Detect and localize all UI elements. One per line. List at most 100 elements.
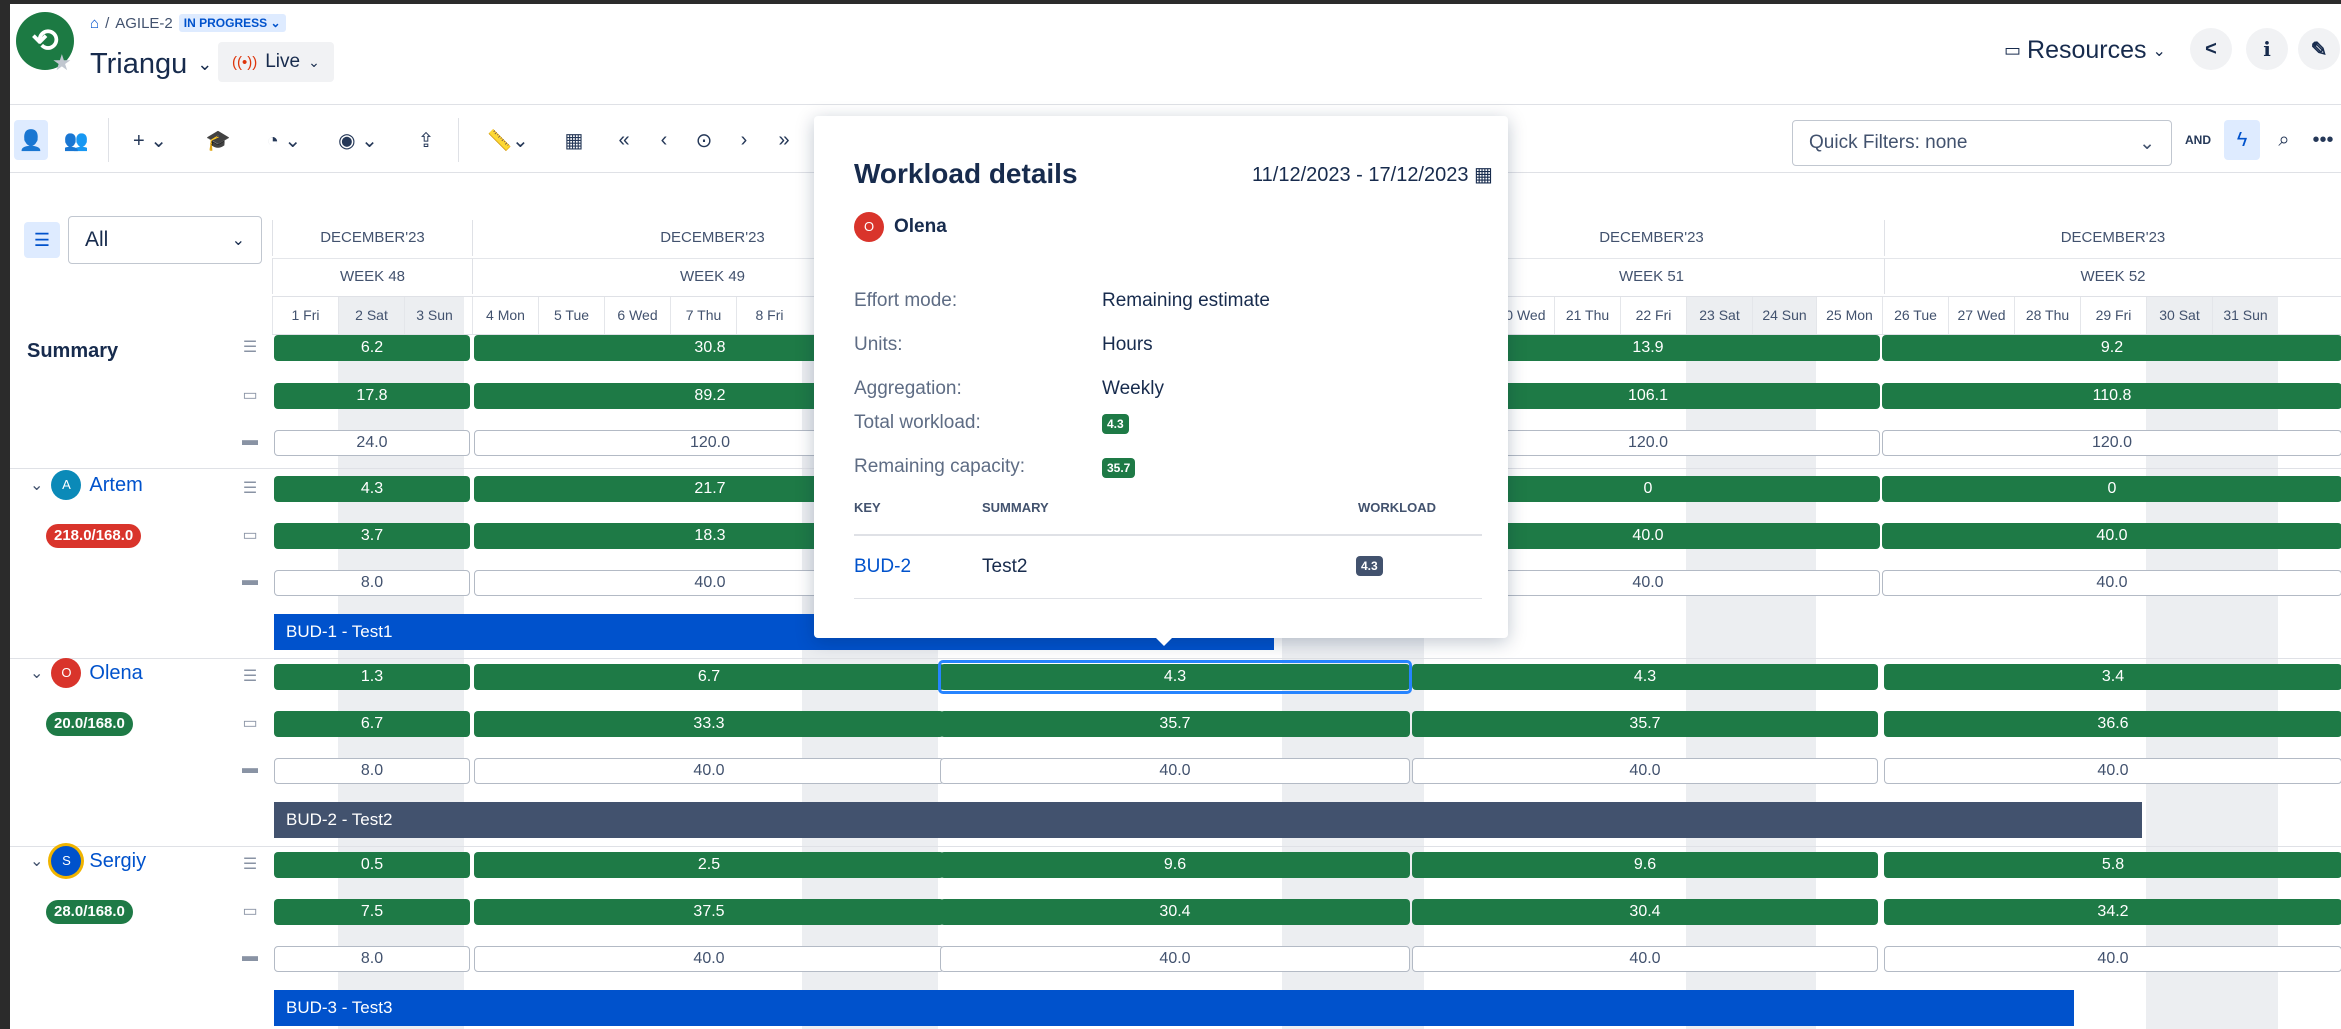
task-bar[interactable]: BUD-2 - Test2 bbox=[274, 802, 2142, 838]
graduation-cap-icon[interactable]: 🎓 bbox=[198, 120, 238, 160]
bar-workload[interactable]: 4.3 bbox=[1412, 664, 1878, 690]
popup-field-value: Hours bbox=[1102, 334, 1153, 355]
single-user-view-icon[interactable]: 👤 bbox=[14, 120, 48, 160]
lightning-icon[interactable]: ϟ bbox=[2224, 120, 2260, 160]
person-olena[interactable]: ⌄ O Olena bbox=[30, 658, 143, 688]
list-filter-icon[interactable]: ☰ bbox=[24, 222, 60, 258]
calendar-icon[interactable]: ▦ bbox=[556, 120, 592, 160]
chevron-down-icon[interactable]: ⌄ bbox=[30, 663, 43, 683]
ruler-icon[interactable]: 📏⌄ bbox=[478, 120, 538, 160]
bar-capacity[interactable]: 40.0 bbox=[940, 946, 1410, 972]
bar-capacity[interactable]: 8.0 bbox=[274, 570, 470, 596]
bar-workload[interactable]: 0 bbox=[1882, 476, 2341, 502]
status-badge[interactable]: IN PROGRESS ⌄ bbox=[178, 14, 286, 32]
dashboard-icon[interactable]: ◔ ⌄ bbox=[256, 120, 312, 160]
bar-remaining[interactable]: 7.5 bbox=[274, 899, 470, 925]
project-selector[interactable]: Triangu ⌄ bbox=[90, 48, 212, 81]
bar-capacity[interactable]: 40.0 bbox=[940, 758, 1410, 784]
bar-summary-capacity[interactable]: 120.0 bbox=[1882, 430, 2341, 456]
person-name[interactable]: Sergiy bbox=[89, 850, 146, 873]
bar-workload[interactable]: 5.8 bbox=[1884, 852, 2341, 878]
issue-workload-badge: 4.3 bbox=[1356, 556, 1383, 576]
jump-forward-icon[interactable]: » bbox=[766, 120, 802, 160]
bar-capacity[interactable]: 40.0 bbox=[1882, 570, 2341, 596]
workload-icon: ☰ bbox=[242, 668, 258, 685]
bar-capacity[interactable]: 40.0 bbox=[474, 946, 944, 972]
task-bar[interactable]: BUD-3 - Test3 bbox=[274, 990, 2074, 1026]
bar-capacity[interactable]: 8.0 bbox=[274, 758, 470, 784]
person-name[interactable]: Artem bbox=[89, 474, 142, 497]
person-sergiy[interactable]: ⌄ S Sergiy bbox=[30, 846, 146, 876]
bar-remaining[interactable]: 3.7 bbox=[274, 523, 470, 549]
chevron-down-icon: ⌄ bbox=[197, 54, 213, 74]
bar-remaining[interactable]: 40.0 bbox=[1882, 523, 2341, 549]
bar-remaining[interactable]: 35.7 bbox=[940, 711, 1410, 737]
and-toggle[interactable]: AND bbox=[2180, 120, 2216, 160]
bar-workload[interactable]: 0.5 bbox=[274, 852, 470, 878]
bar-remaining[interactable]: 34.2 bbox=[1884, 899, 2341, 925]
bar-capacity[interactable]: 8.0 bbox=[274, 946, 470, 972]
bar-remaining[interactable]: 37.5 bbox=[474, 899, 944, 925]
jump-back-icon[interactable]: « bbox=[606, 120, 642, 160]
bar-summary-workload[interactable]: 9.2 bbox=[1882, 335, 2341, 361]
bar-capacity[interactable]: 40.0 bbox=[474, 758, 944, 784]
bar-workload[interactable]: 3.4 bbox=[1884, 664, 2341, 690]
live-button[interactable]: ((•)) Live ⌄ bbox=[218, 42, 334, 82]
chevron-down-icon[interactable]: ⌄ bbox=[30, 851, 43, 871]
prev-icon[interactable]: ‹ bbox=[646, 120, 682, 160]
search-icon[interactable]: ⌕ bbox=[2266, 120, 2302, 160]
eye-icon[interactable]: ◉ ⌄ bbox=[328, 120, 388, 160]
add-icon[interactable]: + ⌄ bbox=[122, 120, 178, 160]
info-icon[interactable]: i bbox=[2246, 28, 2288, 70]
bar-remaining[interactable]: 33.3 bbox=[474, 711, 944, 737]
more-icon[interactable]: ••• bbox=[2306, 120, 2340, 160]
selected-cell[interactable] bbox=[938, 660, 1412, 694]
bar-summary-remaining[interactable]: 17.8 bbox=[274, 383, 470, 409]
month-header: DECEMBER'23 bbox=[1884, 220, 2341, 256]
bar-workload[interactable]: 9.6 bbox=[1412, 852, 1878, 878]
resources-dropdown[interactable]: ▭ Resources ⌄ bbox=[2004, 36, 2166, 65]
breadcrumb-project[interactable]: AGILE-2 bbox=[115, 15, 173, 32]
bar-summary-workload[interactable]: 6.2 bbox=[274, 335, 470, 361]
bar-remaining[interactable]: 6.7 bbox=[274, 711, 470, 737]
bar-remaining[interactable]: 36.6 bbox=[1884, 711, 2341, 737]
bar-workload[interactable]: 1.3 bbox=[274, 664, 470, 690]
workload-icon: ☰ bbox=[242, 339, 258, 356]
bar-remaining[interactable]: 30.4 bbox=[1412, 899, 1878, 925]
bar-capacity[interactable]: 40.0 bbox=[1884, 946, 2341, 972]
popup-date-range[interactable]: 11/12/2023 - 17/12/2023 ▦ bbox=[1252, 162, 1493, 187]
chevron-down-icon: ⌄ bbox=[2139, 132, 2155, 154]
team-view-icon[interactable]: 👥 bbox=[56, 120, 96, 160]
bar-remaining[interactable]: 35.7 bbox=[1412, 711, 1878, 737]
day-header: 3 Sun bbox=[404, 296, 464, 334]
issue-key-link[interactable]: BUD-2 bbox=[854, 556, 911, 578]
bar-remaining[interactable]: 30.4 bbox=[940, 899, 1410, 925]
bar-capacity[interactable]: 40.0 bbox=[1412, 946, 1878, 972]
quick-filters-select[interactable]: Quick Filters: none ⌄ bbox=[1792, 120, 2172, 166]
bar-workload[interactable]: 4.3 bbox=[274, 476, 470, 502]
next-icon[interactable]: › bbox=[726, 120, 762, 160]
workload-icon: ☰ bbox=[242, 480, 258, 497]
bar-workload[interactable]: 2.5 bbox=[474, 852, 944, 878]
bar-summary-capacity[interactable]: 24.0 bbox=[274, 430, 470, 456]
person-artem[interactable]: ⌄ A Artem bbox=[30, 470, 143, 500]
home-icon[interactable]: ⌂ bbox=[90, 15, 99, 32]
remaining-capacity-label: Remaining capacity: bbox=[854, 456, 1026, 477]
bar-summary-remaining[interactable]: 110.8 bbox=[1882, 383, 2341, 409]
day-header: 4 Mon bbox=[472, 296, 538, 334]
bar-workload[interactable]: 9.6 bbox=[940, 852, 1410, 878]
share-icon[interactable]: < bbox=[2190, 28, 2232, 70]
wrench-icon[interactable]: ✎ bbox=[2298, 28, 2340, 70]
person-name[interactable]: Olena bbox=[89, 662, 142, 685]
group-filter-select[interactable]: All ⌄ bbox=[68, 216, 262, 264]
popup-field-label: Effort mode: bbox=[854, 290, 958, 311]
bar-capacity[interactable]: 40.0 bbox=[1884, 758, 2341, 784]
today-icon[interactable]: ⊙ bbox=[686, 120, 722, 160]
export-icon[interactable]: ⇪ bbox=[406, 120, 446, 160]
remaining-icon: ▭ bbox=[242, 387, 258, 404]
bar-workload[interactable]: 6.7 bbox=[474, 664, 944, 690]
popup-title: Workload details bbox=[854, 158, 1078, 189]
bar-capacity[interactable]: 40.0 bbox=[1412, 758, 1878, 784]
favorite-star-icon[interactable]: ★ bbox=[52, 50, 72, 76]
chevron-down-icon[interactable]: ⌄ bbox=[30, 475, 43, 495]
